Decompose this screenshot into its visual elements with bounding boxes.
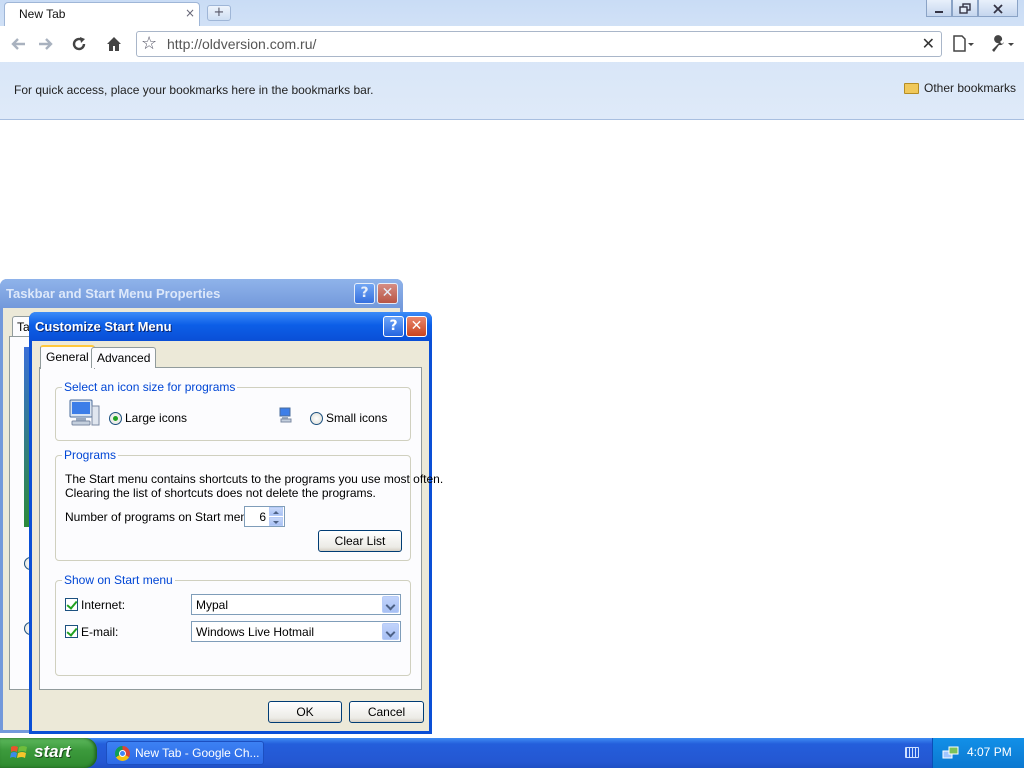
browser-chrome: New Tab × + ☆ http://oldversion.com.ru/ … bbox=[0, 0, 1024, 120]
tab-general[interactable]: General bbox=[40, 345, 95, 369]
tab-title: New Tab bbox=[19, 7, 66, 21]
icon-size-group: Select an icon size for programs Large i… bbox=[55, 380, 411, 441]
dialog-title: Taskbar and Start Menu Properties bbox=[6, 286, 221, 301]
clock[interactable]: 4:07 PM bbox=[967, 745, 1012, 759]
forward-arrow-icon bbox=[39, 38, 53, 50]
close-button[interactable]: ✕ bbox=[377, 283, 398, 304]
minimize-icon bbox=[935, 11, 943, 13]
small-icons-radio[interactable] bbox=[310, 412, 323, 425]
internet-label[interactable]: Internet: bbox=[81, 598, 125, 612]
page-menu-icon bbox=[953, 35, 974, 52]
help-button[interactable]: ? bbox=[354, 283, 375, 304]
small-icons-label[interactable]: Small icons bbox=[326, 411, 387, 425]
program-count-label: Number of programs on Start menu: bbox=[65, 510, 258, 524]
internet-select-value[interactable]: Mypal bbox=[196, 598, 228, 612]
start-label: start bbox=[34, 742, 71, 761]
large-computer-icon bbox=[69, 399, 100, 426]
small-computer-icon bbox=[279, 407, 292, 423]
system-tray: 4:07 PM bbox=[932, 738, 1024, 768]
reload-button[interactable] bbox=[66, 31, 92, 57]
spin-down-icon[interactable] bbox=[269, 517, 283, 526]
close-icon bbox=[993, 4, 1003, 14]
back-arrow-icon bbox=[11, 38, 25, 50]
email-select-value[interactable]: Windows Live Hotmail bbox=[196, 625, 314, 639]
customize-start-menu-dialog: Customize Start Menu ? ✕ Select an icon … bbox=[29, 312, 443, 734]
new-tab-button[interactable]: + bbox=[207, 5, 231, 21]
programs-description-line1: The Start menu contains shortcuts to the… bbox=[65, 472, 444, 486]
taskbar-item-label: New Tab - Google Ch... bbox=[135, 746, 260, 760]
url-text[interactable]: http://oldversion.com.ru/ bbox=[167, 36, 316, 52]
help-button[interactable]: ? bbox=[383, 316, 404, 337]
chevron-down-icon[interactable] bbox=[382, 596, 399, 613]
tab-close-icon[interactable]: × bbox=[185, 6, 195, 20]
restore-button[interactable] bbox=[952, 0, 978, 17]
tab-advanced[interactable]: Advanced bbox=[91, 347, 157, 368]
chevron-down-icon[interactable] bbox=[382, 623, 399, 640]
bookmarks-bar: For quick access, place your bookmarks h… bbox=[0, 66, 1024, 118]
other-bookmarks-label: Other bookmarks bbox=[924, 81, 1017, 95]
email-label[interactable]: E-mail: bbox=[81, 625, 118, 639]
tab-label: Ta bbox=[17, 320, 30, 334]
program-count-spinner[interactable]: 6 bbox=[244, 506, 285, 527]
tab-label: Advanced bbox=[97, 351, 151, 365]
programs-description-line2: Clearing the list of shortcuts does not … bbox=[65, 486, 376, 500]
titlebar: Taskbar and Start Menu Properties ? ✕ bbox=[0, 279, 403, 308]
wrench-menu-button[interactable] bbox=[986, 31, 1018, 57]
chrome-icon bbox=[115, 746, 130, 761]
large-icons-radio[interactable] bbox=[109, 412, 122, 425]
back-button[interactable] bbox=[6, 31, 32, 57]
folder-icon bbox=[904, 83, 919, 94]
titlebar: Customize Start Menu ? ✕ bbox=[29, 312, 432, 341]
show-on-start-menu-group: Show on Start menu Internet: Mypal E-mai… bbox=[55, 573, 411, 676]
taskbar: start New Tab - Google Ch... 4:07 PM bbox=[0, 738, 1024, 768]
large-icons-label[interactable]: Large icons bbox=[125, 411, 187, 425]
home-button[interactable] bbox=[101, 31, 127, 57]
page-menu-button[interactable] bbox=[948, 31, 978, 57]
clear-url-icon[interactable]: ✕ bbox=[922, 34, 935, 53]
dialog-title: Customize Start Menu bbox=[35, 319, 172, 334]
restore-icon bbox=[959, 3, 971, 14]
clear-list-button[interactable]: Clear List bbox=[318, 530, 402, 552]
tab-new-tab[interactable]: New Tab × bbox=[4, 2, 200, 26]
program-count-value[interactable]: 6 bbox=[259, 510, 266, 524]
window-close-button[interactable] bbox=[978, 0, 1018, 17]
group-label: Select an icon size for programs bbox=[62, 380, 238, 394]
cancel-button[interactable]: Cancel bbox=[349, 701, 424, 723]
programs-group: Programs The Start menu contains shortcu… bbox=[55, 448, 443, 561]
keyboard-icon[interactable] bbox=[905, 747, 919, 758]
reload-icon bbox=[72, 37, 86, 51]
tab-page-general: Select an icon size for programs Large i… bbox=[39, 367, 443, 690]
email-select[interactable]: Windows Live Hotmail bbox=[191, 621, 401, 642]
close-button[interactable]: ✕ bbox=[406, 316, 427, 337]
bookmark-star-icon[interactable]: ☆ bbox=[141, 33, 157, 54]
taskbar-item-chrome[interactable]: New Tab - Google Ch... bbox=[106, 741, 264, 765]
forward-button[interactable] bbox=[32, 31, 58, 57]
other-bookmarks-button[interactable]: Other bookmarks bbox=[904, 81, 1016, 95]
tab-label: General bbox=[46, 350, 89, 364]
group-label: Show on Start menu bbox=[62, 573, 175, 587]
network-icon[interactable] bbox=[942, 745, 960, 761]
windows-logo-icon bbox=[10, 746, 27, 758]
bookmarks-hint: For quick access, place your bookmarks h… bbox=[14, 83, 374, 97]
wrench-icon bbox=[992, 35, 1014, 52]
minimize-button[interactable] bbox=[926, 0, 952, 17]
email-checkbox[interactable] bbox=[65, 625, 78, 638]
group-label: Programs bbox=[62, 448, 119, 462]
start-button[interactable]: start bbox=[0, 738, 97, 768]
internet-checkbox[interactable] bbox=[65, 598, 78, 611]
home-icon bbox=[107, 37, 121, 51]
ok-button[interactable]: OK bbox=[268, 701, 342, 723]
internet-select[interactable]: Mypal bbox=[191, 594, 401, 615]
spin-up-icon[interactable] bbox=[269, 507, 283, 516]
address-bar[interactable]: ☆ http://oldversion.com.ru/ ✕ bbox=[136, 31, 942, 57]
